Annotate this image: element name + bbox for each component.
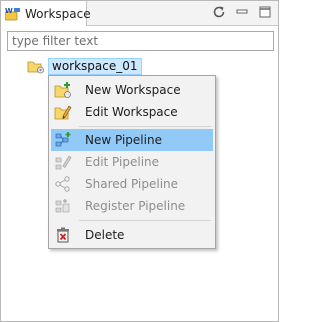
tab-workspace[interactable]: W Workspace <box>1 1 91 26</box>
minimize-icon[interactable] <box>235 5 249 19</box>
workspace-view: W Workspace type filter text workspace_0… <box>0 0 279 322</box>
workspace-view-icon: W <box>4 7 21 21</box>
menu-item-label: Shared Pipeline <box>85 177 179 191</box>
menu-item-label: New Workspace <box>85 83 181 97</box>
view-toolbar <box>212 5 272 19</box>
tree-node-workspace[interactable]: workspace_01 <box>27 57 142 76</box>
context-menu: New Workspace Edit Workspace New Pipelin… <box>48 75 216 249</box>
menu-item-label: Delete <box>85 228 125 242</box>
new-workspace-icon <box>54 81 72 99</box>
menu-item-label: Edit Pipeline <box>85 155 160 169</box>
menu-item-label: Register Pipeline <box>85 199 186 213</box>
workspace-folder-icon <box>27 60 45 74</box>
menu-item-edit-pipeline[interactable]: Edit Pipeline <box>51 151 213 173</box>
register-pipeline-icon <box>54 197 72 215</box>
svg-text:W: W <box>5 7 13 15</box>
filter-input[interactable] <box>7 31 274 51</box>
menu-item-label: Edit Workspace <box>85 105 178 119</box>
tree-node-label: workspace_01 <box>48 58 142 75</box>
menu-item-new-workspace[interactable]: New Workspace <box>51 79 213 101</box>
menu-separator <box>79 220 211 221</box>
new-pipeline-icon <box>54 131 72 149</box>
share-icon <box>54 175 72 193</box>
menu-item-delete[interactable]: Delete <box>51 224 213 246</box>
menu-item-register-pipeline[interactable]: Register Pipeline <box>51 195 213 217</box>
menu-item-shared-pipeline[interactable]: Shared Pipeline <box>51 173 213 195</box>
delete-icon <box>54 226 72 244</box>
menu-separator <box>79 126 211 127</box>
menu-item-edit-workspace[interactable]: Edit Workspace <box>51 101 213 123</box>
refresh-icon[interactable] <box>212 5 226 19</box>
view-tab-bar: W Workspace <box>1 1 278 26</box>
tab-label: Workspace <box>25 6 91 21</box>
edit-workspace-icon <box>54 103 72 121</box>
edit-pipeline-icon <box>54 153 72 171</box>
menu-item-label: New Pipeline <box>85 133 162 147</box>
menu-item-new-pipeline[interactable]: New Pipeline <box>51 129 213 151</box>
maximize-icon[interactable] <box>258 5 272 19</box>
